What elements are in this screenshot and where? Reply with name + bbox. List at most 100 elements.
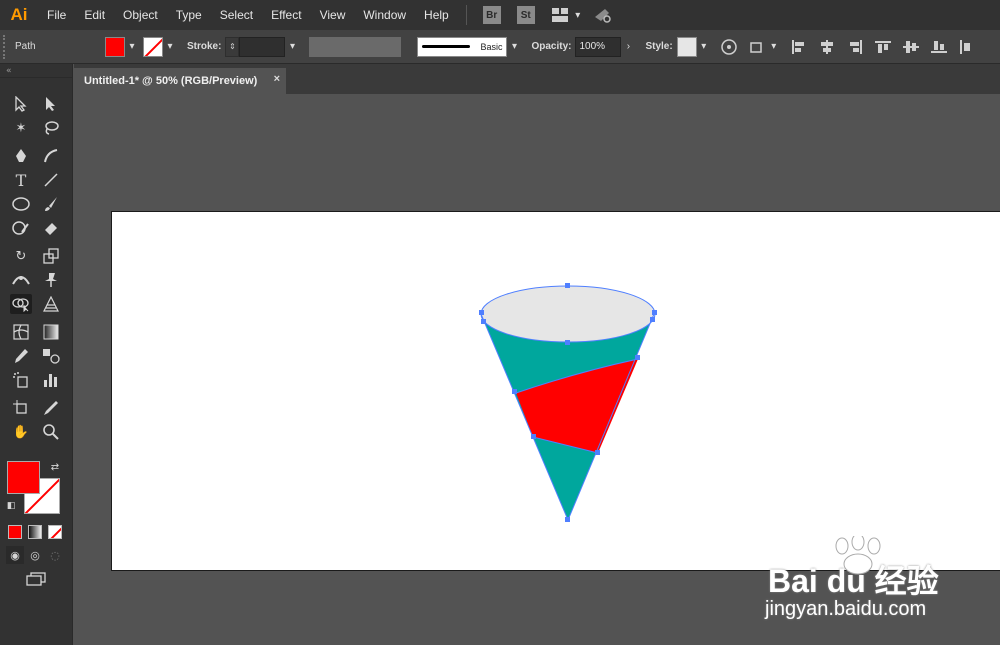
swap-fill-stroke-icon[interactable]: ⇄	[48, 460, 62, 474]
symbol-sprayer-tool-icon[interactable]	[10, 370, 32, 390]
align-right-icon[interactable]	[845, 37, 865, 57]
bridge-button[interactable]: Br	[482, 6, 501, 24]
anchor-point[interactable]	[565, 517, 570, 522]
menu-object[interactable]: Object	[114, 0, 167, 30]
menu-effect[interactable]: Effect	[262, 0, 310, 30]
direct-selection-tool-icon[interactable]	[40, 94, 62, 114]
align-top-icon[interactable]	[873, 37, 893, 57]
panel-grip[interactable]	[3, 34, 11, 59]
anchor-point[interactable]	[481, 319, 486, 324]
anchor-point[interactable]	[565, 283, 570, 288]
line-segment-tool-icon[interactable]	[40, 170, 62, 190]
paintbrush-tool-icon[interactable]	[40, 194, 62, 214]
shaper-tool-icon[interactable]	[10, 218, 32, 238]
column-graph-tool-icon[interactable]	[40, 370, 62, 390]
width-tool-icon[interactable]	[10, 270, 32, 290]
stroke-swatch[interactable]	[143, 36, 163, 57]
stroke-label: Stroke:	[187, 41, 222, 52]
collapse-panel-icon[interactable]: «	[0, 64, 72, 78]
chevron-down-icon[interactable]: ▾	[571, 5, 585, 25]
anchor-point[interactable]	[531, 434, 536, 439]
artboard[interactable]	[111, 211, 1000, 571]
perspective-grid-tool-icon[interactable]	[40, 294, 62, 314]
gradient-mode-icon[interactable]	[28, 525, 42, 539]
opacity-chevron-right-icon[interactable]: ›	[621, 37, 635, 57]
anchor-point[interactable]	[565, 340, 570, 345]
shape-builder-tool-icon[interactable]	[10, 294, 32, 314]
anchor-point[interactable]	[652, 310, 657, 315]
slice-tool-icon[interactable]	[40, 398, 62, 418]
menu-window[interactable]: Window	[354, 0, 415, 30]
opacity-input[interactable]: 100%	[575, 36, 622, 57]
align-middle-icon[interactable]	[901, 37, 921, 57]
type-tool-icon[interactable]: T	[10, 170, 32, 190]
blend-tool-icon[interactable]	[40, 346, 62, 366]
fill-swatch[interactable]	[105, 36, 125, 57]
artwork	[479, 283, 657, 522]
none-mode-icon[interactable]	[48, 525, 62, 539]
distribute-icon[interactable]	[957, 37, 977, 57]
transform-chevron-down-icon[interactable]: ▾	[767, 37, 781, 57]
scale-tool-icon[interactable]	[40, 246, 62, 266]
color-mode-icon[interactable]	[8, 525, 22, 539]
style-chevron-down-icon[interactable]: ▾	[697, 37, 711, 57]
brush-definition[interactable]: Basic	[417, 36, 508, 57]
rotate-tool-icon[interactable]: ↻	[10, 246, 32, 266]
draw-normal-icon[interactable]: ◉	[6, 546, 24, 564]
workspace-switcher-icon[interactable]	[551, 5, 571, 25]
brush-chevron-down-icon[interactable]: ▾	[507, 37, 521, 57]
gpu-performance-icon[interactable]	[593, 5, 613, 25]
pen-tool-icon[interactable]	[10, 146, 32, 166]
variable-width-profile[interactable]	[309, 36, 402, 57]
lasso-tool-icon[interactable]	[40, 118, 62, 138]
curvature-tool-icon[interactable]	[40, 146, 62, 166]
watermark-url: jingyan.baidu.com	[765, 598, 927, 620]
close-icon[interactable]: ×	[274, 73, 280, 85]
align-center-icon[interactable]	[817, 37, 837, 57]
ellipse-tool-icon[interactable]	[10, 194, 32, 214]
zoom-tool-icon[interactable]	[40, 422, 62, 442]
eyedropper-tool-icon[interactable]	[10, 346, 32, 366]
draw-inside-icon[interactable]: ◌	[46, 546, 64, 564]
default-colors-icon[interactable]: ◧	[5, 500, 17, 512]
tools-panel: « ✶ T ↻ ✋ ⇄ ◧ ◉ ◎ ◌	[0, 64, 73, 645]
anchor-point[interactable]	[479, 310, 484, 315]
graphic-style-swatch[interactable]	[676, 36, 697, 57]
anchor-point[interactable]	[635, 355, 640, 360]
stroke-weight-input[interactable]	[239, 36, 286, 57]
fill-color-box[interactable]	[7, 461, 40, 494]
menu-edit[interactable]: Edit	[75, 0, 114, 30]
menu-type[interactable]: Type	[167, 0, 211, 30]
menu-help[interactable]: Help	[415, 0, 458, 30]
document-tab[interactable]: Untitled-1* @ 50% (RGB/Preview) ×	[74, 68, 286, 94]
menu-file[interactable]: File	[38, 0, 75, 30]
fill-chevron-down-icon[interactable]: ▾	[125, 37, 139, 57]
draw-behind-icon[interactable]: ◎	[26, 546, 44, 564]
stroke-chevron-down-icon[interactable]: ▾	[163, 37, 177, 57]
recolor-artwork-icon[interactable]	[719, 37, 739, 57]
screen-mode-icon[interactable]	[24, 570, 48, 588]
puppet-warp-tool-icon[interactable]	[40, 270, 62, 290]
cone-top-ellipse[interactable]	[480, 285, 656, 343]
stroke-weight-stepper[interactable]: ⇕	[225, 36, 240, 57]
artboard-tool-icon[interactable]	[10, 398, 32, 418]
align-bottom-icon[interactable]	[929, 37, 949, 57]
document-tab-title: Untitled-1* @ 50% (RGB/Preview)	[84, 75, 258, 87]
eraser-tool-icon[interactable]	[40, 218, 62, 238]
stock-button[interactable]: St	[516, 6, 535, 24]
gradient-tool-icon[interactable]	[40, 322, 62, 342]
magic-wand-tool-icon[interactable]: ✶	[10, 118, 32, 138]
mesh-tool-icon[interactable]	[10, 322, 32, 342]
anchor-point[interactable]	[595, 450, 600, 455]
menu-view[interactable]: View	[311, 0, 355, 30]
selection-tool-icon[interactable]	[10, 94, 32, 114]
transform-icon[interactable]	[747, 37, 767, 57]
anchor-point[interactable]	[512, 389, 517, 394]
menu-bar: Ai File Edit Object Type Select Effect V…	[0, 0, 1000, 30]
align-left-icon[interactable]	[789, 37, 809, 57]
menu-select[interactable]: Select	[211, 0, 262, 30]
hand-tool-icon[interactable]: ✋	[10, 422, 32, 442]
anchor-point[interactable]	[650, 317, 655, 322]
app-logo: Ai	[10, 5, 28, 24]
stroke-weight-chevron-down-icon[interactable]: ▾	[285, 37, 299, 57]
